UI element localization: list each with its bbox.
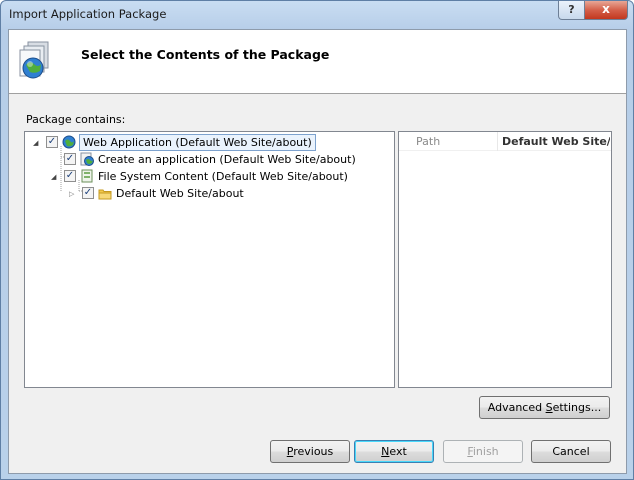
property-divider [497, 132, 498, 151]
header-band: Select the Contents of the Package [9, 30, 626, 94]
node-label: Web Application (Default Web Site/about) [79, 134, 316, 151]
property-key: Path [416, 135, 441, 148]
button-label-part: inish [472, 445, 499, 458]
checkbox-default-web-site-about[interactable]: ✓ [82, 187, 94, 199]
checkbox-file-system-content[interactable]: ✓ [64, 170, 76, 182]
tree-node-default-web-site-about[interactable]: ▷ ✓ Default Web Site/about [25, 185, 394, 202]
node-label: Default Web Site/about [116, 187, 244, 200]
cancel-button[interactable]: Cancel [531, 440, 611, 463]
window-title: Import Application Package [9, 7, 167, 21]
button-accelerator: S [545, 401, 553, 414]
package-tree[interactable]: ◢ ✓ Web Application (Default Web Site/ab… [24, 131, 395, 388]
dialog-window: Import Application Package ? x Select th… [0, 0, 634, 480]
folder-icon [98, 189, 112, 200]
finish-button[interactable]: Finish [443, 440, 523, 463]
button-label-part: ettings... [552, 401, 602, 414]
property-value: Default Web Site/about [502, 135, 610, 148]
collapse-arrow-icon[interactable]: ◢ [51, 173, 59, 181]
expand-arrow-icon[interactable]: ▷ [69, 190, 77, 198]
file-system-icon [81, 169, 93, 183]
button-label-part: revious [293, 445, 334, 458]
node-label: Create an application (Default Web Site/… [98, 153, 356, 166]
advanced-settings-button[interactable]: Advanced Settings... [479, 396, 610, 419]
package-install-icon [19, 41, 49, 79]
dialog-client-area: Select the Contents of the Package Packa… [8, 29, 627, 474]
close-button[interactable]: x [584, 1, 628, 20]
tree-node-file-system-content[interactable]: ◢ ✓ File System Content (Default Web Sit… [25, 168, 394, 185]
tree-node-web-application[interactable]: ◢ ✓ Web Application (Default Web Site/ab… [25, 134, 394, 151]
button-label-part: ext [389, 445, 407, 458]
previous-button[interactable]: Previous [270, 440, 350, 463]
page-title: Select the Contents of the Package [81, 47, 330, 62]
collapse-arrow-icon[interactable]: ◢ [33, 139, 41, 147]
checkbox-create-application[interactable]: ✓ [64, 153, 76, 165]
globe-icon [62, 135, 76, 149]
node-label: File System Content (Default Web Site/ab… [98, 170, 348, 183]
button-label-part: Advanced [487, 401, 546, 414]
package-contains-label: Package contains: [26, 113, 126, 126]
property-row-path: Path Default Web Site/about [399, 132, 611, 151]
tree-node-create-application[interactable]: ✓ Create an application (Default Web Sit… [25, 151, 394, 168]
checkbox-web-application[interactable]: ✓ [46, 136, 58, 148]
title-bar[interactable]: Import Application Package ? x [1, 1, 633, 29]
next-button[interactable]: Next [354, 440, 434, 463]
app-globe-icon [80, 152, 94, 166]
properties-panel: Path Default Web Site/about [398, 131, 612, 388]
help-button[interactable]: ? [558, 1, 585, 20]
